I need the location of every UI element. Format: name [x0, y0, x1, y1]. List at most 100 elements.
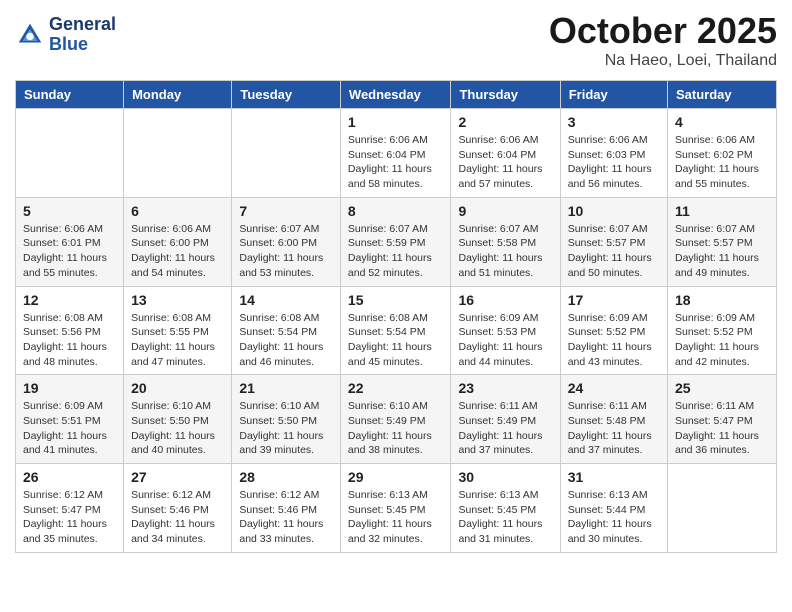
calendar-cell: 22Sunrise: 6:10 AMSunset: 5:49 PMDayligh… — [340, 375, 451, 464]
day-info: Sunrise: 6:13 AMSunset: 5:44 PMDaylight:… — [568, 488, 660, 547]
day-number: 12 — [23, 292, 116, 308]
calendar-day-header: Thursday — [451, 81, 560, 109]
calendar-cell: 23Sunrise: 6:11 AMSunset: 5:49 PMDayligh… — [451, 375, 560, 464]
day-number: 29 — [348, 469, 444, 485]
title-block: October 2025 Na Haeo, Loei, Thailand — [549, 10, 777, 70]
day-info: Sunrise: 6:11 AMSunset: 5:48 PMDaylight:… — [568, 399, 660, 458]
calendar-cell — [232, 109, 341, 198]
day-number: 17 — [568, 292, 660, 308]
calendar-cell: 1 Sunrise: 6:06 AMSunset: 6:04 PMDaylight… — [340, 109, 451, 198]
day-info: Sunrise: 6:07 AMSunset: 5:58 PMDaylight:… — [458, 222, 552, 281]
calendar-cell: 16Sunrise: 6:09 AMSunset: 5:53 PMDayligh… — [451, 286, 560, 375]
calendar-day-header: Monday — [124, 81, 232, 109]
calendar-cell: 27 Sunrise: 6:12 AMSunset: 5:46 PMDayligh… — [124, 464, 232, 553]
day-info: Sunrise: 6:12 AMSunset: 5:46 PMDaylight:… — [131, 488, 224, 547]
day-info: Sunrise: 6:12 AMSunset: 5:46 PMDaylight:… — [239, 488, 333, 547]
page-header: General Blue October 2025 Na Haeo, Loei,… — [15, 10, 777, 70]
day-number: 3 — [568, 114, 660, 130]
day-info: Sunrise: 6:07 AMSunset: 5:57 PMDaylight:… — [568, 222, 660, 281]
calendar-week-row: 12 Sunrise: 6:08 AMSunset: 5:56 PMDayligh… — [16, 286, 777, 375]
day-info: Sunrise: 6:09 AMSunset: 5:52 PMDaylight:… — [675, 311, 769, 370]
day-number: 2 — [458, 114, 552, 130]
day-number: 4 — [675, 114, 769, 130]
day-info: Sunrise: 6:06 AMSunset: 6:01 PMDaylight:… — [23, 222, 116, 281]
calendar-cell: 18 Sunrise: 6:09 AMSunset: 5:52 PMDayligh… — [668, 286, 777, 375]
day-number: 19 — [23, 380, 116, 396]
day-number: 13 — [131, 292, 224, 308]
calendar-week-row: 5 Sunrise: 6:06 AMSunset: 6:01 PMDaylight… — [16, 197, 777, 286]
calendar-cell: 3Sunrise: 6:06 AMSunset: 6:03 PMDaylight… — [560, 109, 667, 198]
day-info: Sunrise: 6:07 AMSunset: 5:57 PMDaylight:… — [675, 222, 769, 281]
day-info: Sunrise: 6:10 AMSunset: 5:49 PMDaylight:… — [348, 399, 444, 458]
day-number: 5 — [23, 203, 116, 219]
day-info: Sunrise: 6:09 AMSunset: 5:53 PMDaylight:… — [458, 311, 552, 370]
calendar-cell: 8 Sunrise: 6:07 AMSunset: 5:59 PMDaylight… — [340, 197, 451, 286]
day-info: Sunrise: 6:08 AMSunset: 5:55 PMDaylight:… — [131, 311, 224, 370]
day-info: Sunrise: 6:08 AMSunset: 5:54 PMDaylight:… — [348, 311, 444, 370]
day-number: 1 — [348, 114, 444, 130]
calendar-cell — [16, 109, 124, 198]
day-info: Sunrise: 6:08 AMSunset: 5:56 PMDaylight:… — [23, 311, 116, 370]
day-number: 6 — [131, 203, 224, 219]
calendar-cell: 9 Sunrise: 6:07 AMSunset: 5:58 PMDaylight… — [451, 197, 560, 286]
day-number: 15 — [348, 292, 444, 308]
day-number: 20 — [131, 380, 224, 396]
day-info: Sunrise: 6:07 AMSunset: 5:59 PMDaylight:… — [348, 222, 444, 281]
day-info: Sunrise: 6:06 AMSunset: 6:04 PMDaylight:… — [458, 133, 552, 192]
calendar-cell: 21 Sunrise: 6:10 AMSunset: 5:50 PMDayligh… — [232, 375, 341, 464]
calendar-cell — [668, 464, 777, 553]
calendar-cell: 11 Sunrise: 6:07 AMSunset: 5:57 PMDayligh… — [668, 197, 777, 286]
day-info: Sunrise: 6:13 AMSunset: 5:45 PMDaylight:… — [458, 488, 552, 547]
calendar-cell: 25 Sunrise: 6:11 AMSunset: 5:47 PMDayligh… — [668, 375, 777, 464]
calendar-cell: 28 Sunrise: 6:12 AMSunset: 5:46 PMDayligh… — [232, 464, 341, 553]
day-info: Sunrise: 6:09 AMSunset: 5:51 PMDaylight:… — [23, 399, 116, 458]
logo-icon — [15, 20, 45, 50]
calendar-cell — [124, 109, 232, 198]
day-info: Sunrise: 6:10 AMSunset: 5:50 PMDaylight:… — [239, 399, 333, 458]
day-number: 31 — [568, 469, 660, 485]
calendar-cell: 4Sunrise: 6:06 AMSunset: 6:02 PMDaylight… — [668, 109, 777, 198]
calendar-week-row: 26Sunrise: 6:12 AMSunset: 5:47 PMDayligh… — [16, 464, 777, 553]
day-info: Sunrise: 6:13 AMSunset: 5:45 PMDaylight:… — [348, 488, 444, 547]
calendar-cell: 20Sunrise: 6:10 AMSunset: 5:50 PMDayligh… — [124, 375, 232, 464]
page-container: General Blue October 2025 Na Haeo, Loei,… — [0, 0, 792, 563]
calendar-day-header: Saturday — [668, 81, 777, 109]
calendar-cell: 12 Sunrise: 6:08 AMSunset: 5:56 PMDayligh… — [16, 286, 124, 375]
day-number: 28 — [239, 469, 333, 485]
day-info: Sunrise: 6:06 AMSunset: 6:00 PMDaylight:… — [131, 222, 224, 281]
logo-text: General Blue — [49, 15, 116, 55]
day-number: 24 — [568, 380, 660, 396]
day-info: Sunrise: 6:11 AMSunset: 5:47 PMDaylight:… — [675, 399, 769, 458]
day-info: Sunrise: 6:09 AMSunset: 5:52 PMDaylight:… — [568, 311, 660, 370]
calendar-cell: 13 Sunrise: 6:08 AMSunset: 5:55 PMDayligh… — [124, 286, 232, 375]
day-number: 25 — [675, 380, 769, 396]
month-title: October 2025 — [549, 10, 777, 52]
day-number: 26 — [23, 469, 116, 485]
day-info: Sunrise: 6:08 AMSunset: 5:54 PMDaylight:… — [239, 311, 333, 370]
calendar-header-row: SundayMondayTuesdayWednesdayThursdayFrid… — [16, 81, 777, 109]
calendar-cell: 14 Sunrise: 6:08 AMSunset: 5:54 PMDayligh… — [232, 286, 341, 375]
day-info: Sunrise: 6:11 AMSunset: 5:49 PMDaylight:… — [458, 399, 552, 458]
calendar-day-header: Tuesday — [232, 81, 341, 109]
day-number: 7 — [239, 203, 333, 219]
day-number: 14 — [239, 292, 333, 308]
calendar-cell: 31 Sunrise: 6:13 AMSunset: 5:44 PMDayligh… — [560, 464, 667, 553]
calendar-cell: 29 Sunrise: 6:13 AMSunset: 5:45 PMDayligh… — [340, 464, 451, 553]
calendar-day-header: Wednesday — [340, 81, 451, 109]
calendar-cell: 26Sunrise: 6:12 AMSunset: 5:47 PMDayligh… — [16, 464, 124, 553]
day-info: Sunrise: 6:06 AMSunset: 6:04 PMDaylight:… — [348, 133, 444, 192]
day-number: 27 — [131, 469, 224, 485]
day-number: 10 — [568, 203, 660, 219]
calendar-cell: 17 Sunrise: 6:09 AMSunset: 5:52 PMDayligh… — [560, 286, 667, 375]
day-number: 9 — [458, 203, 552, 219]
day-number: 8 — [348, 203, 444, 219]
calendar-cell: 10 Sunrise: 6:07 AMSunset: 5:57 PMDayligh… — [560, 197, 667, 286]
day-number: 21 — [239, 380, 333, 396]
logo: General Blue — [15, 15, 116, 55]
calendar-week-row: 19 Sunrise: 6:09 AMSunset: 5:51 PMDayligh… — [16, 375, 777, 464]
day-number: 18 — [675, 292, 769, 308]
calendar-week-row: 1 Sunrise: 6:06 AMSunset: 6:04 PMDaylight… — [16, 109, 777, 198]
day-number: 11 — [675, 203, 769, 219]
calendar-cell: 24 Sunrise: 6:11 AMSunset: 5:48 PMDayligh… — [560, 375, 667, 464]
calendar-cell: 7Sunrise: 6:07 AMSunset: 6:00 PMDaylight… — [232, 197, 341, 286]
